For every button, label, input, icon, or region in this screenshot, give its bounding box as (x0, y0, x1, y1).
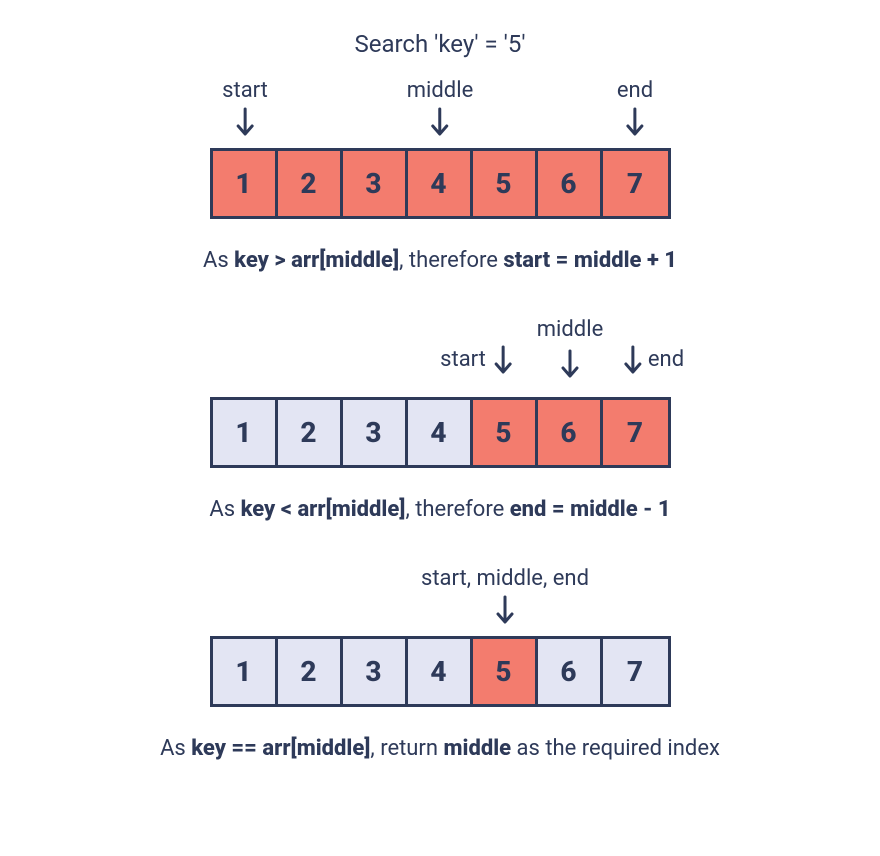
pointer-labels-3: start, middle, end (210, 566, 671, 636)
array-cell: 2 (278, 151, 343, 216)
pointer-labels-2: middle start end (210, 317, 671, 397)
arrow-down-icon (429, 107, 451, 139)
array-cell: 5 (473, 151, 538, 216)
exp3-prefix: As (160, 736, 191, 761)
arrow-down-icon (624, 107, 646, 139)
pointer-label: start (440, 347, 486, 372)
arrow-down-icon (494, 595, 516, 627)
array-cell: 2 (278, 400, 343, 465)
array-cell: 2 (278, 639, 343, 704)
exp3-cond: key == arr[middle] (191, 736, 370, 761)
pointer-label: end (648, 347, 684, 372)
arrow-down-icon (559, 349, 581, 381)
binary-search-step-1: Search 'key' = '5' start middle end 1234… (20, 30, 860, 277)
middle-pointer: middle (537, 317, 603, 346)
binary-search-step-2: middle start end 1234567 As key < arr[mi… (20, 317, 860, 526)
arrow-down-icon (622, 345, 644, 377)
middle-pointer: middle (407, 78, 473, 139)
pointer-label: middle (537, 317, 603, 342)
exp3-mid: , return (370, 736, 443, 761)
start-pointer: start (468, 345, 542, 377)
array-cell: 6 (538, 400, 603, 465)
exp1-res: start = middle + 1 (503, 248, 677, 273)
array-cell: 4 (408, 400, 473, 465)
pointer-labels-1: start middle end (210, 78, 671, 148)
exp2-cond: key < arr[middle] (241, 497, 406, 522)
explanation-3: As key == arr[middle], return middle as … (160, 732, 720, 765)
explanation-2: As key < arr[middle], therefore end = mi… (209, 493, 670, 526)
array-cell: 5 (473, 639, 538, 704)
exp1-cond: key > arr[middle] (234, 248, 399, 273)
exp1-mid: , therefore (399, 248, 503, 273)
arrow-down-icon (234, 107, 256, 139)
combined-pointer: start, middle, end (421, 566, 589, 627)
search-key-title: Search 'key' = '5' (354, 30, 525, 58)
exp1-prefix: As (203, 248, 234, 273)
array-cell: 6 (538, 151, 603, 216)
exp2-prefix: As (209, 497, 240, 522)
array-cell: 3 (343, 639, 408, 704)
arrow-down-icon (492, 345, 514, 377)
pointer-label: middle (407, 78, 473, 103)
end-pointer: end (604, 345, 666, 377)
exp3-res: middle (444, 736, 512, 761)
array-row-1: 1234567 (210, 148, 671, 219)
array-cell: 1 (213, 400, 278, 465)
array-cell: 4 (408, 639, 473, 704)
start-pointer: start (222, 78, 268, 139)
array-cell: 3 (343, 151, 408, 216)
array-container-3: start, middle, end 1234567 (210, 636, 671, 707)
binary-search-step-3: start, middle, end 1234567 As key == arr… (20, 566, 860, 765)
pointer-label: start, middle, end (421, 566, 589, 591)
array-row-2: 1234567 (210, 397, 671, 468)
array-cell: 7 (603, 639, 668, 704)
exp3-suffix: as the required index (511, 736, 720, 761)
array-cell: 6 (538, 639, 603, 704)
pointer-label: start (222, 78, 268, 103)
array-container-1: start middle end 1234567 (210, 148, 671, 219)
exp2-mid: , therefore (405, 497, 509, 522)
array-cell: 7 (603, 151, 668, 216)
array-cell: 1 (213, 151, 278, 216)
array-row-3: 1234567 (210, 636, 671, 707)
exp2-res: end = middle - 1 (510, 497, 671, 522)
array-cell: 4 (408, 151, 473, 216)
array-cell: 1 (213, 639, 278, 704)
middle-arrow (559, 349, 581, 381)
array-cell: 7 (603, 400, 668, 465)
array-container-2: middle start end 1234567 (210, 397, 671, 468)
end-pointer: end (617, 78, 653, 139)
explanation-1: As key > arr[middle], therefore start = … (203, 244, 677, 277)
array-cell: 5 (473, 400, 538, 465)
array-cell: 3 (343, 400, 408, 465)
pointer-label: end (617, 78, 653, 103)
